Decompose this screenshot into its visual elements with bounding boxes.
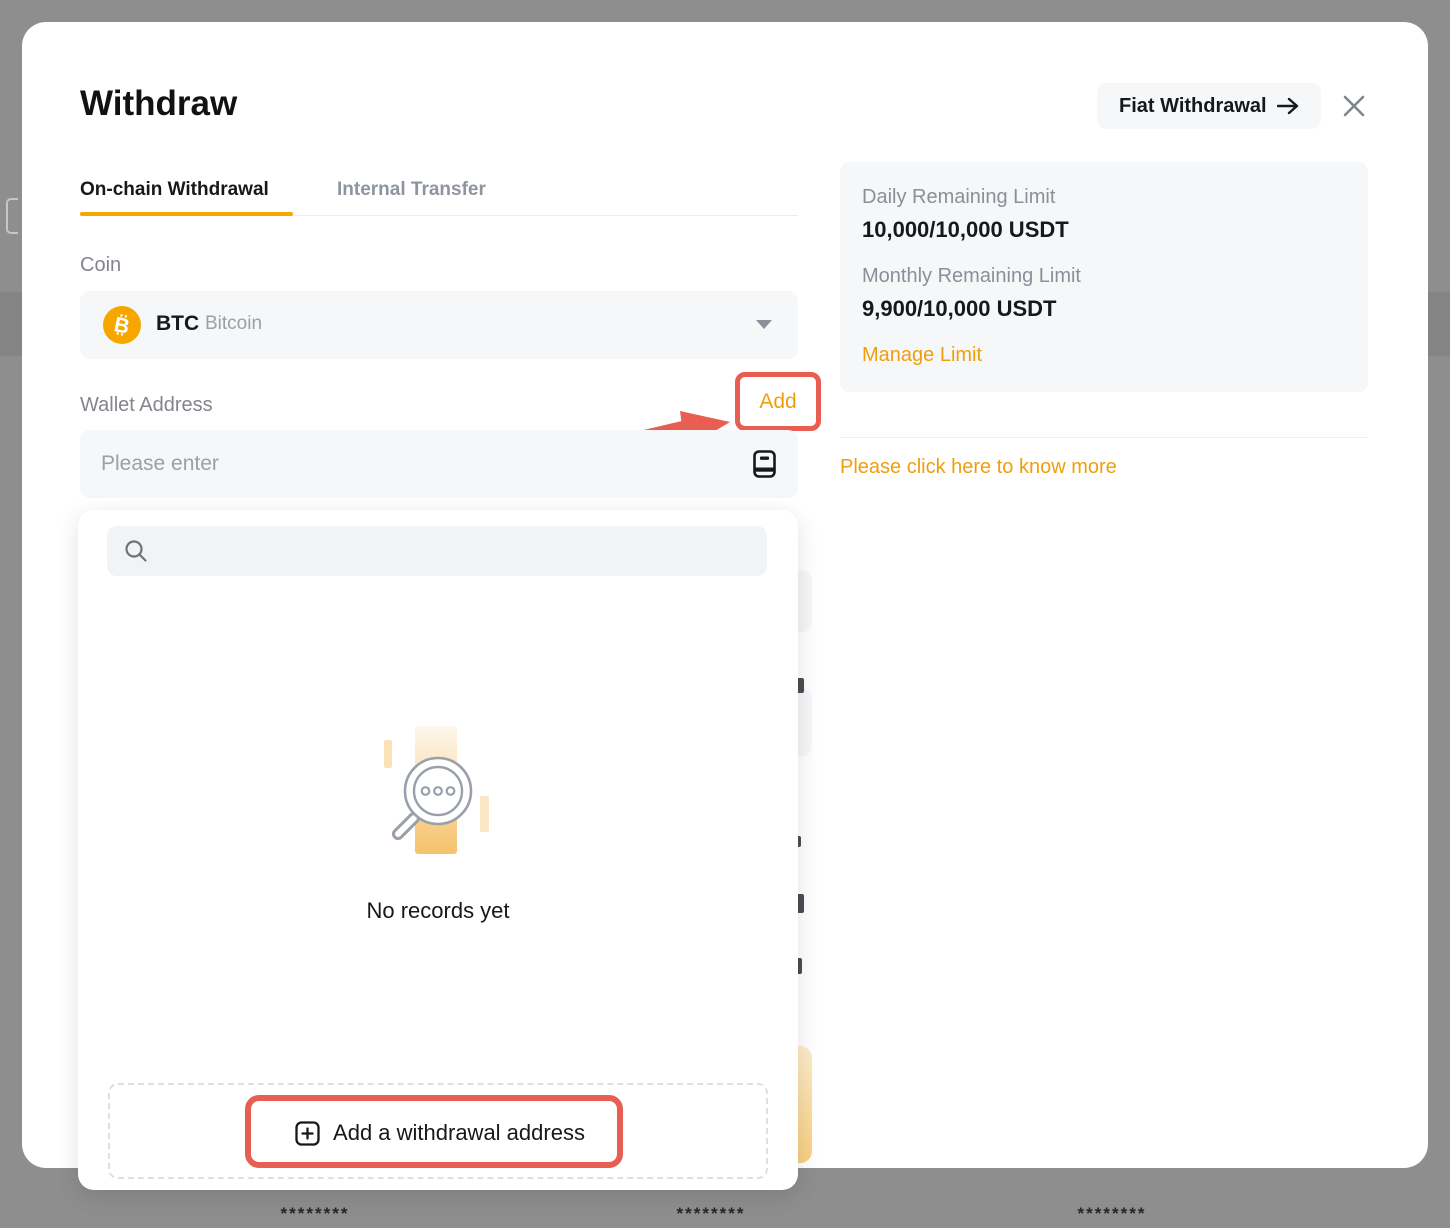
add-withdrawal-address-label: Add a withdrawal address (333, 1120, 585, 1146)
wallet-address-input[interactable] (99, 430, 739, 498)
masked-value: ******** (281, 1204, 350, 1224)
bitcoin-icon: B (103, 306, 141, 344)
monthly-limit-value: 9,900/10,000 USDT (862, 296, 1056, 322)
monthly-limit-label: Monthly Remaining Limit (862, 265, 1081, 288)
tab-onchain-withdrawal[interactable]: On-chain Withdrawal (80, 179, 269, 201)
background-fragment (6, 198, 18, 234)
coin-label: Coin (80, 254, 121, 277)
close-icon[interactable] (1340, 92, 1368, 120)
masked-value: ******** (1323, 0, 1392, 6)
masked-value: ******** (677, 1204, 746, 1224)
search-icon (123, 538, 149, 564)
masked-value: ******** (1078, 1204, 1147, 1224)
withdraw-modal: Withdraw Fiat Withdrawal On-chain Withdr… (22, 22, 1428, 1168)
address-search-input[interactable] (159, 526, 749, 576)
wallet-address-field (80, 430, 798, 498)
know-more-link[interactable]: Please click here to know more (840, 456, 1117, 479)
search-field (107, 526, 767, 576)
screen: ******** ******** ******** ******** ****… (0, 0, 1450, 1228)
empty-state-text: No records yet (78, 898, 798, 924)
add-withdrawal-address-button[interactable]: Add a withdrawal address (110, 1085, 770, 1181)
fiat-withdrawal-label: Fiat Withdrawal (1119, 95, 1267, 118)
daily-limit-value: 10,000/10,000 USDT (862, 217, 1069, 243)
daily-limit-label: Daily Remaining Limit (862, 186, 1055, 209)
chevron-down-icon (756, 320, 772, 329)
page-title: Withdraw (80, 84, 237, 124)
fiat-withdrawal-button[interactable]: Fiat Withdrawal (1097, 83, 1321, 129)
coin-select[interactable]: B BTC Bitcoin (80, 291, 798, 359)
annotation-box-add: Add (735, 372, 821, 431)
tab-internal-transfer[interactable]: Internal Transfer (337, 179, 486, 201)
wallet-address-label: Wallet Address (80, 394, 213, 417)
divider (840, 437, 1368, 438)
limits-card: Daily Remaining Limit 10,000/10,000 USDT… (840, 162, 1368, 392)
add-address-link[interactable]: Add (759, 390, 796, 414)
add-address-dropzone: Add a withdrawal address (108, 1083, 768, 1179)
address-dropdown-panel: No records yet Add a withdrawal address (78, 510, 798, 1190)
selected-coin-symbol: BTC (156, 312, 199, 336)
masked-value: ******** (487, 0, 556, 6)
arrow-right-icon (1277, 97, 1299, 115)
selected-coin-name: Bitcoin (205, 313, 262, 335)
address-book-icon[interactable] (753, 450, 776, 478)
manage-limit-link[interactable]: Manage Limit (862, 344, 982, 367)
no-records-illustration (350, 712, 526, 882)
active-tab-underline (80, 212, 293, 216)
plus-square-icon (295, 1121, 320, 1146)
